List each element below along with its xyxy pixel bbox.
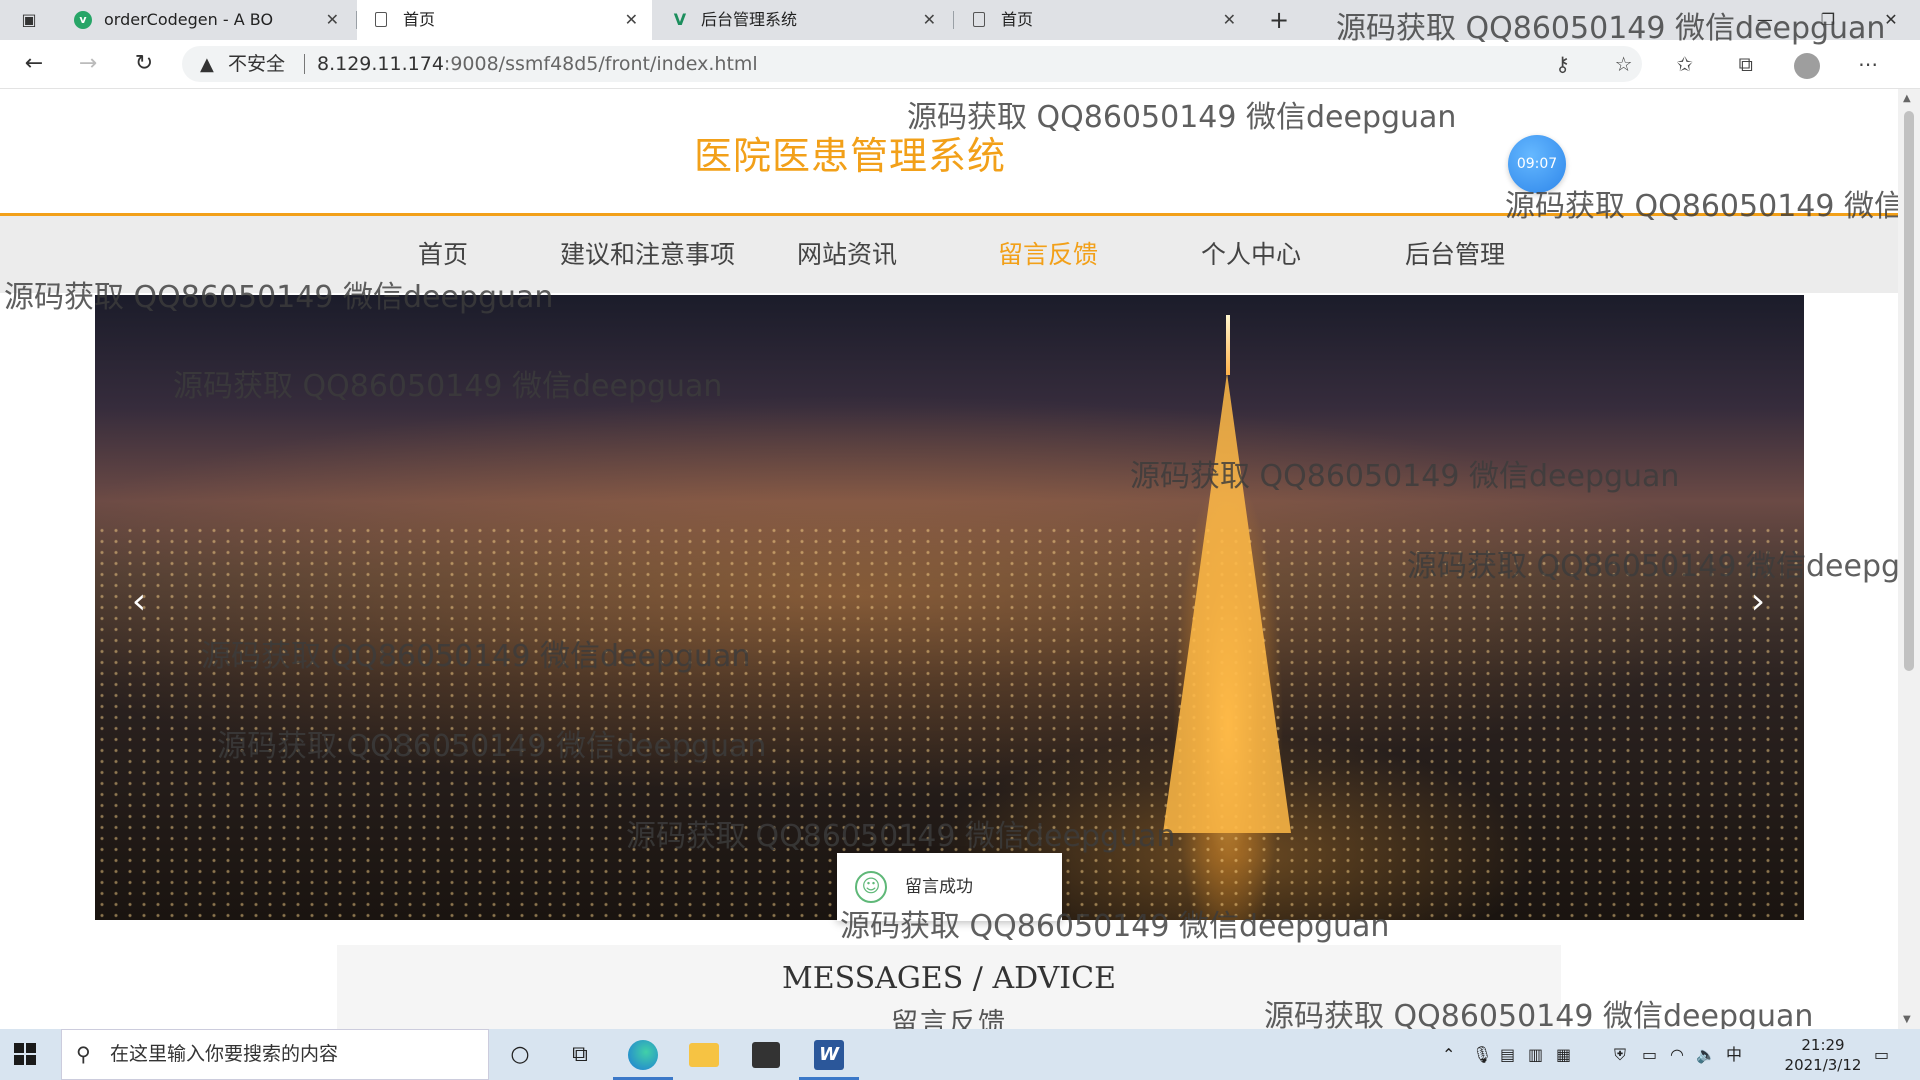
more-icon[interactable]: ⋯ [1840,40,1896,88]
reload-icon[interactable]: ↻ [124,40,164,88]
close-icon[interactable]: ✕ [923,0,936,40]
cortana-icon[interactable]: ○ [490,1029,550,1080]
carousel-banner[interactable]: ‹ › [95,295,1804,920]
store-icon[interactable] [736,1029,796,1080]
favorites-icon[interactable]: ✩ [1657,40,1713,88]
url-field[interactable]: ▲ 不安全 8.129.11.174:9008/ssmf48d5/front/i… [182,46,1642,82]
page-icon [973,12,985,27]
carousel-next-icon[interactable]: › [1738,581,1778,622]
nav-item-advice[interactable]: 建议和注意事项 [560,216,735,293]
tray-app-icon[interactable]: ▤ [1500,1029,1515,1080]
v-logo-icon: V [673,10,687,29]
nav-item-home[interactable]: 首页 [418,216,468,293]
section-title-en: MESSAGES / ADVICE [781,961,1116,996]
nav-item-admin[interactable]: 后台管理 [1405,216,1505,293]
wifi-icon[interactable]: ◠ [1670,1029,1684,1080]
security-shield-icon[interactable]: ⛨ [1614,1029,1626,1080]
tab-title: 首页 [1001,10,1034,29]
nav-item-personal-center[interactable]: 个人中心 [1201,216,1301,293]
windows-taskbar: ⚲ 在这里输入你要搜索的内容 ○ ⧉ W ⌃ 🎙 ▤ ▥ ▦ ⛨ ▭ ◠ 🔈 中… [0,1029,1920,1080]
message-section-header: MESSAGES / ADVICE 留言反馈 [337,945,1561,1029]
clock-badge: 09:07 [1508,135,1566,193]
nvidia-icon[interactable]: ▦ [1556,1029,1571,1080]
tab-title: 后台管理系统 [701,10,798,29]
page-scrollbar[interactable]: ▲ ▼ [1898,89,1920,1029]
smile-icon: ☺ [855,871,887,903]
close-icon[interactable]: ✕ [625,0,638,40]
ime-indicator[interactable]: 中 [1726,1029,1742,1080]
minimize-icon[interactable]: — [1736,0,1794,40]
security-label: 不安全 [228,53,286,75]
taskbar-time: 21:29 [1801,1036,1845,1054]
task-view-icon[interactable]: ⧉ [550,1029,610,1080]
tab-title: orderCodegen - A BO [104,10,274,29]
nav-item-news[interactable]: 网站资讯 [797,216,897,293]
volume-icon[interactable]: 🔈 [1696,1029,1716,1080]
close-icon[interactable]: ✕ [1223,0,1236,40]
address-bar: ← → ↻ ▲ 不安全 8.129.11.174:9008/ssmf48d5/f… [0,40,1920,89]
tab-divider [953,11,954,29]
key-icon[interactable]: ⚷ [1535,40,1591,88]
maximize-icon[interactable]: ❐ [1799,0,1857,40]
close-window-icon[interactable]: ✕ [1862,0,1920,40]
window-controls: — ❐ ✕ [1736,0,1920,40]
url-divider [304,54,305,74]
tab-title: 首页 [403,10,436,29]
file-explorer-icon[interactable] [674,1029,734,1080]
browser-tab-2[interactable]: 首页 ✕ [357,0,652,40]
nav-item-feedback[interactable]: 留言反馈 [998,216,1098,293]
search-placeholder: 在这里输入你要搜索的内容 [110,1043,339,1065]
page-icon [375,12,387,27]
search-icon: ⚲ [76,1042,91,1066]
tray-app-icon[interactable]: ▥ [1528,1029,1543,1080]
v-logo-icon: v [74,11,92,29]
site-header: 医院医患管理系统 09:07 [0,89,1898,213]
page-viewport: 医院医患管理系统 09:07 首页 建议和注意事项 网站资讯 留言反馈 个人中心… [0,89,1898,1029]
back-icon[interactable]: ← [14,40,54,88]
close-icon[interactable]: ✕ [326,0,339,40]
browser-toolbar-icons: ⚷ ☆ ✩ ⧉ ⋯ [1535,40,1896,88]
battery-icon[interactable]: ▭ [1642,1029,1657,1080]
toast-message: 留言成功 [905,877,973,897]
taskbar-date: 2021/3/12 [1784,1056,1862,1074]
url-path: :9008/ssmf48d5/front/index.html [443,53,758,75]
success-toast: ☺ 留言成功 [837,853,1062,921]
url-host: 8.129.11.174 [317,53,444,75]
profile-icon[interactable] [1779,40,1835,88]
carousel-prev-icon[interactable]: ‹ [119,581,159,622]
microphone-icon[interactable]: 🎙 [1472,1029,1492,1080]
browser-tab-3[interactable]: V 后台管理系统 ✕ [655,0,950,40]
favorite-add-icon[interactable]: ☆ [1596,40,1652,88]
url-text: 8.129.11.174:9008/ssmf48d5/front/index.h… [317,46,758,82]
scroll-thumb[interactable] [1904,111,1914,671]
eiffel-tower-image [1163,373,1291,833]
edge-browser-icon[interactable] [613,1029,673,1080]
browser-tab-4[interactable]: 首页 ✕ [955,0,1250,40]
scroll-up-icon[interactable]: ▲ [1903,93,1911,104]
browser-tab-1[interactable]: v orderCodegen - A BO ✕ [58,0,353,40]
forward-icon[interactable]: → [68,40,108,88]
new-tab-icon[interactable]: + [1264,0,1294,40]
browser-tab-bar: ▣ v orderCodegen - A BO ✕ 首页 ✕ V 后台管理系统 … [0,0,1920,40]
main-nav: 首页 建议和注意事项 网站资讯 留言反馈 个人中心 后台管理 [0,213,1898,293]
warning-icon: ▲ [200,54,214,75]
word-icon[interactable]: W [799,1029,859,1080]
scroll-down-icon[interactable]: ▼ [1903,1014,1911,1025]
section-title-cn: 留言反馈 [891,1008,1007,1029]
taskbar-search[interactable]: ⚲ 在这里输入你要搜索的内容 [61,1029,489,1080]
tab-actions-icon[interactable]: ▣ [18,9,40,31]
site-title: 医院医患管理系统 [694,134,1007,178]
windows-start-icon[interactable] [14,1043,36,1065]
taskbar-clock[interactable]: 21:29 2021/3/12 [1778,1035,1868,1075]
chevron-up-icon[interactable]: ⌃ [1442,1029,1455,1080]
notification-icon[interactable]: ▭ [1874,1029,1889,1080]
tower-spire-image [1226,315,1230,375]
collections-icon[interactable]: ⧉ [1718,40,1774,88]
